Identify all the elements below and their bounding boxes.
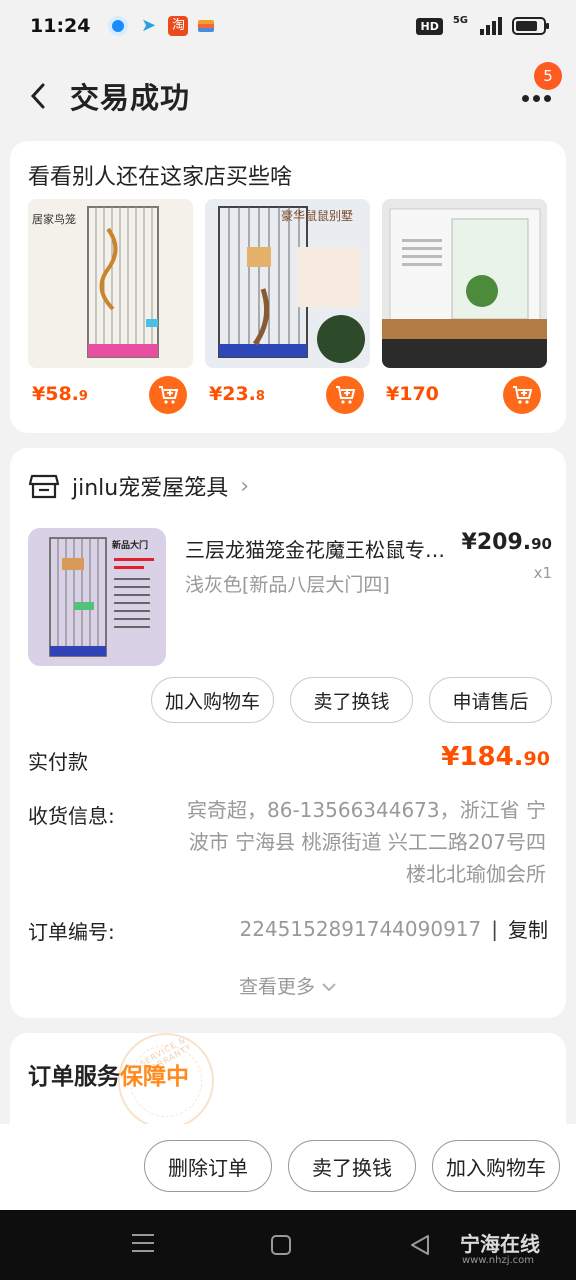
order-card: jinlu宠爱屋笼具 › 新品大门 三层龙猫笼金花魔王松鼠专用笼 浅灰色[新品八… — [10, 448, 566, 1018]
signal-icon — [480, 17, 502, 35]
back-button[interactable] — [18, 76, 58, 116]
page-header: 交易成功 5 — [0, 60, 576, 132]
cart-icon — [159, 386, 179, 404]
shipping-address: 宾奇超，86-13566344673，浙江省 宁波市 宁海县 桃源街道 兴工二路… — [187, 798, 546, 886]
product-image[interactable]: 居家鸟笼 — [28, 199, 193, 368]
product-image[interactable] — [382, 199, 547, 368]
product-variant: 浅灰色[新品八层大门四] — [185, 574, 390, 596]
recommend-item[interactable]: 豪华鼠鼠别墅 ¥23.8 — [205, 199, 370, 414]
product-price: ¥209.90 — [461, 530, 552, 555]
service-title: 订单服务保障中 — [28, 1064, 189, 1090]
status-time: 11:24 — [30, 15, 91, 37]
more-dot-icon — [521, 94, 529, 102]
battery-icon — [512, 17, 549, 35]
paid-label: 实付款 — [28, 750, 88, 774]
sell-button[interactable]: 卖了换钱 — [288, 1140, 416, 1192]
notification-icons: ➤ 淘 — [108, 15, 215, 36]
home-button[interactable] — [271, 1235, 291, 1255]
shop-name: jinlu宠爱屋笼具 — [72, 476, 229, 501]
network-type: 5G — [452, 14, 468, 26]
after-sales-button[interactable]: 申请售后 — [429, 677, 552, 723]
recommend-item[interactable]: ¥170 — [382, 199, 547, 414]
recommend-item[interactable]: 居家鸟笼 ¥58.9 — [28, 199, 193, 414]
divider: | — [491, 916, 498, 941]
recommend-price: ¥58.9 — [32, 383, 88, 405]
delete-order-button[interactable]: 删除订单 — [144, 1140, 272, 1192]
sell-button[interactable]: 卖了换钱 — [290, 677, 413, 723]
taobao-icon: 淘 — [168, 16, 189, 36]
shop-icon — [28, 474, 60, 499]
flag-icon — [198, 20, 215, 32]
watermark-logo: 宁海在线 — [460, 1232, 540, 1256]
product-title[interactable]: 三层龙猫笼金花魔王松鼠专用笼 — [185, 534, 455, 563]
hd-badge: HD — [416, 17, 443, 35]
order-number-label: 订单编号: — [28, 920, 115, 944]
paid-amount: ¥184.90 — [441, 742, 550, 772]
recommend-price: ¥170 — [386, 383, 439, 405]
recommend-title: 看看别人还在这家店买些啥 — [28, 165, 293, 190]
image-caption: 居家鸟笼 — [32, 213, 76, 226]
telegram-icon: ➤ — [140, 15, 157, 36]
recommend-card: 看看别人还在这家店买些啥 居家鸟笼 ¥58.9 豪华鼠鼠别墅 ¥23.8 ¥17… — [10, 141, 566, 433]
product-quantity: x1 — [533, 564, 552, 582]
recommend-price: ¥23.8 — [209, 383, 265, 405]
copy-button[interactable]: 复制 — [508, 914, 548, 943]
shop-link[interactable]: jinlu宠爱屋笼具 › — [28, 470, 249, 502]
page-title: 交易成功 — [70, 81, 191, 115]
chevron-right-icon: › — [240, 473, 250, 499]
product-image[interactable]: 豪华鼠鼠别墅 — [205, 199, 370, 368]
add-to-cart-button[interactable]: 加入购物车 — [432, 1140, 560, 1192]
back-triangle-icon[interactable] — [408, 1234, 432, 1256]
add-to-cart-button[interactable] — [149, 376, 187, 414]
app-notification-icon — [108, 16, 129, 36]
see-more-label: 查看更多 — [238, 976, 315, 998]
order-number-row: 2245152891744090917 | 复制 — [239, 914, 548, 943]
image-caption: 豪华鼠鼠别墅 — [281, 209, 354, 223]
more-dot-icon — [532, 94, 540, 102]
recent-apps-button[interactable] — [132, 1234, 154, 1258]
bottom-action-bar: 删除订单 卖了换钱 加入购物车 — [0, 1124, 576, 1210]
chevron-left-icon — [30, 83, 45, 109]
message-count-badge: 5 — [534, 62, 562, 90]
add-to-cart-button[interactable] — [326, 376, 364, 414]
add-to-cart-button[interactable] — [503, 376, 541, 414]
status-right: HD 5G — [416, 14, 549, 35]
watermark-url: www.nhzj.com — [462, 1255, 535, 1266]
cart-icon — [513, 386, 533, 404]
system-nav-bar: 宁海在线 www.nhzj.com — [0, 1210, 576, 1280]
cart-icon — [336, 386, 356, 404]
more-dot-icon — [543, 94, 551, 102]
see-more-button[interactable]: 查看更多 — [10, 972, 566, 999]
order-number: 2245152891744090917 — [239, 916, 482, 941]
address-label: 收货信息: — [28, 804, 115, 828]
image-caption: 新品大门 — [112, 541, 149, 551]
item-actions: 加入购物车 卖了换钱 申请售后 — [151, 677, 552, 723]
status-bar: 11:24 ➤ 淘 HD 5G — [0, 0, 576, 52]
add-to-cart-button[interactable]: 加入购物车 — [151, 677, 274, 723]
chevron-down-icon — [322, 983, 336, 992]
product-image[interactable]: 新品大门 — [28, 528, 166, 666]
